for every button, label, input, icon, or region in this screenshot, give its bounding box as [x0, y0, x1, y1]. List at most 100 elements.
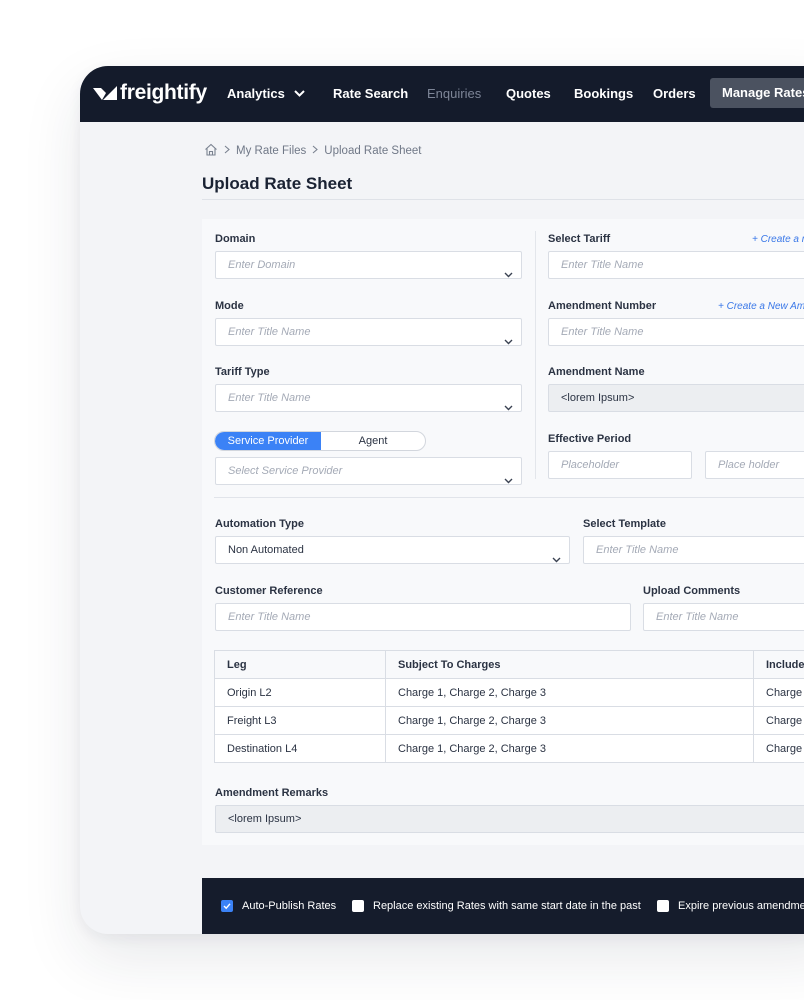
table-header-row: Leg Subject To Charges Included Charges — [214, 650, 804, 679]
create-tariff-link[interactable]: + Create a new Tariff — [752, 234, 804, 245]
amendment-remarks-field: <lorem Ipsum> — [215, 805, 804, 833]
automation-type-select[interactable]: Non Automated — [215, 536, 570, 564]
toggle-agent[interactable]: Agent — [321, 432, 425, 450]
table-row: Destination L4 Charge 1, Charge 2, Charg… — [214, 734, 804, 763]
table-cell-subject-to-charges: Charge 1, Charge 2, Charge 3 — [385, 706, 754, 735]
domain-label: Domain — [215, 233, 256, 245]
column-header-subject-to-charges: Subject To Charges — [385, 650, 754, 679]
provider-type-toggle: Service Provider Agent — [214, 431, 426, 451]
checkbox-checked-icon — [221, 900, 233, 912]
publish-options-bar: Auto-Publish Rates Replace existing Rate… — [202, 878, 804, 934]
amendment-remarks-label: Amendment Remarks — [215, 787, 329, 799]
brand-logo[interactable]: freightify — [93, 80, 207, 106]
create-amendment-link[interactable]: + Create a New Amendment — [718, 301, 804, 312]
table-cell-included-charges: Charge 1, Charge 2, Charge 3 — [753, 706, 804, 735]
mode-label: Mode — [215, 300, 244, 312]
chevron-down-icon — [294, 66, 305, 121]
select-template-placeholder: Enter Title Name — [596, 544, 679, 556]
amendment-name-value: <lorem Ipsum> — [561, 392, 635, 404]
charges-table: Leg Subject To Charges Included Charges … — [214, 650, 804, 763]
checkbox-empty-icon — [352, 900, 364, 912]
amendment-number-placeholder: Enter Title Name — [561, 326, 644, 338]
chevron-down-icon — [552, 547, 561, 563]
freightify-logo-icon — [93, 86, 117, 100]
customer-reference-input[interactable]: Enter Title Name — [215, 603, 631, 631]
amendment-remarks-value: <lorem Ipsum> — [228, 813, 302, 825]
automation-type-value: Non Automated — [228, 544, 304, 556]
select-template-input[interactable]: Enter Title Name — [583, 536, 804, 564]
table-cell-subject-to-charges: Charge 1, Charge 2, Charge 3 — [385, 734, 754, 763]
table-cell-leg: Freight L3 — [214, 706, 386, 735]
chevron-down-icon — [504, 468, 513, 484]
upload-comments-label: Upload Comments — [643, 585, 741, 597]
customer-reference-placeholder: Enter Title Name — [228, 611, 311, 623]
home-icon[interactable] — [204, 143, 218, 159]
effective-end-placeholder: Place holder — [718, 459, 780, 471]
automation-type-label: Automation Type — [215, 518, 305, 530]
mode-select[interactable]: Enter Title Name — [215, 318, 522, 346]
nav-rate-search[interactable]: Rate Search — [333, 66, 408, 122]
domain-select[interactable]: Enter Domain — [215, 251, 522, 279]
nav-analytics-label: Analytics — [227, 86, 285, 101]
column-divider — [535, 231, 536, 479]
expire-previous-label: Expire previous amendment — [678, 900, 804, 912]
checkbox-empty-icon — [657, 900, 669, 912]
amendment-number-label: Amendment Number — [548, 300, 657, 312]
toggle-service-provider[interactable]: Service Provider — [215, 432, 321, 450]
chevron-right-icon — [224, 145, 230, 157]
upload-form-card: Domain Enter Domain Mode Enter Title Nam… — [202, 219, 804, 845]
effective-start-placeholder: Placeholder — [561, 459, 620, 471]
effective-end-input[interactable]: Place holder — [705, 451, 804, 479]
upload-comments-placeholder: Enter Title Name — [656, 611, 739, 623]
tariff-type-label: Tariff Type — [215, 366, 270, 378]
service-provider-placeholder: Select Service Provider — [228, 465, 343, 477]
table-cell-included-charges: Charge 1, Charge 2, Charge 3 — [753, 734, 804, 763]
select-template-label: Select Template — [583, 518, 666, 530]
effective-period-label: Effective Period — [548, 433, 632, 445]
expire-previous-checkbox[interactable]: Expire previous amendment — [657, 900, 804, 912]
nav-bookings[interactable]: Bookings — [574, 66, 633, 122]
upload-comments-input[interactable]: Enter Title Name — [643, 603, 804, 631]
select-tariff-input[interactable]: Enter Title Name — [548, 251, 804, 279]
domain-placeholder: Enter Domain — [228, 259, 296, 271]
amendment-name-field: <lorem Ipsum> — [548, 384, 804, 412]
breadcrumb-upload-rate-sheet: Upload Rate Sheet — [324, 145, 422, 157]
nav-analytics[interactable]: Analytics — [227, 66, 305, 122]
table-cell-leg: Origin L2 — [214, 678, 386, 707]
nav-enquiries[interactable]: Enquiries — [427, 66, 481, 122]
chevron-down-icon — [504, 262, 513, 278]
amendment-number-input[interactable]: Enter Title Name — [548, 318, 804, 346]
nav-orders[interactable]: Orders — [653, 66, 696, 122]
chevron-down-icon — [504, 395, 513, 411]
amendment-name-label: Amendment Name — [548, 366, 645, 378]
tariff-type-placeholder: Enter Title Name — [228, 392, 311, 404]
nav-quotes[interactable]: Quotes — [506, 66, 551, 122]
breadcrumb: My Rate Files Upload Rate Sheet — [204, 143, 421, 159]
page-title: Upload Rate Sheet — [202, 174, 353, 193]
table-cell-leg: Destination L4 — [214, 734, 386, 763]
brand-name: freightify — [120, 81, 207, 104]
breadcrumb-my-rate-files[interactable]: My Rate Files — [236, 145, 306, 157]
select-tariff-placeholder: Enter Title Name — [561, 259, 644, 271]
section-divider — [214, 497, 804, 498]
table-cell-subject-to-charges: Charge 1, Charge 2, Charge 3 — [385, 678, 754, 707]
auto-publish-checkbox[interactable]: Auto-Publish Rates — [221, 900, 336, 912]
customer-reference-label: Customer Reference — [215, 585, 323, 597]
title-divider — [202, 199, 804, 200]
select-tariff-label: Select Tariff — [548, 233, 611, 245]
replace-existing-checkbox[interactable]: Replace existing Rates with same start d… — [352, 900, 641, 912]
chevron-down-icon — [504, 329, 513, 345]
column-header-leg: Leg — [214, 650, 386, 679]
nav-manage-rates[interactable]: Manage Rates — [710, 78, 804, 108]
effective-start-input[interactable]: Placeholder — [548, 451, 692, 479]
replace-existing-label: Replace existing Rates with same start d… — [373, 900, 641, 912]
table-row: Origin L2 Charge 1, Charge 2, Charge 3 C… — [214, 678, 804, 707]
auto-publish-label: Auto-Publish Rates — [242, 900, 337, 912]
tariff-type-select[interactable]: Enter Title Name — [215, 384, 522, 412]
top-navbar: freightify Analytics Rate Search Enquiri… — [80, 66, 804, 122]
mode-placeholder: Enter Title Name — [228, 326, 311, 338]
table-row: Freight L3 Charge 1, Charge 2, Charge 3 … — [214, 706, 804, 735]
app-window: freightify Analytics Rate Search Enquiri… — [80, 66, 804, 934]
table-cell-included-charges: Charge 1, Charge 2, Charge 3 — [753, 678, 804, 707]
service-provider-select[interactable]: Select Service Provider — [215, 457, 522, 485]
